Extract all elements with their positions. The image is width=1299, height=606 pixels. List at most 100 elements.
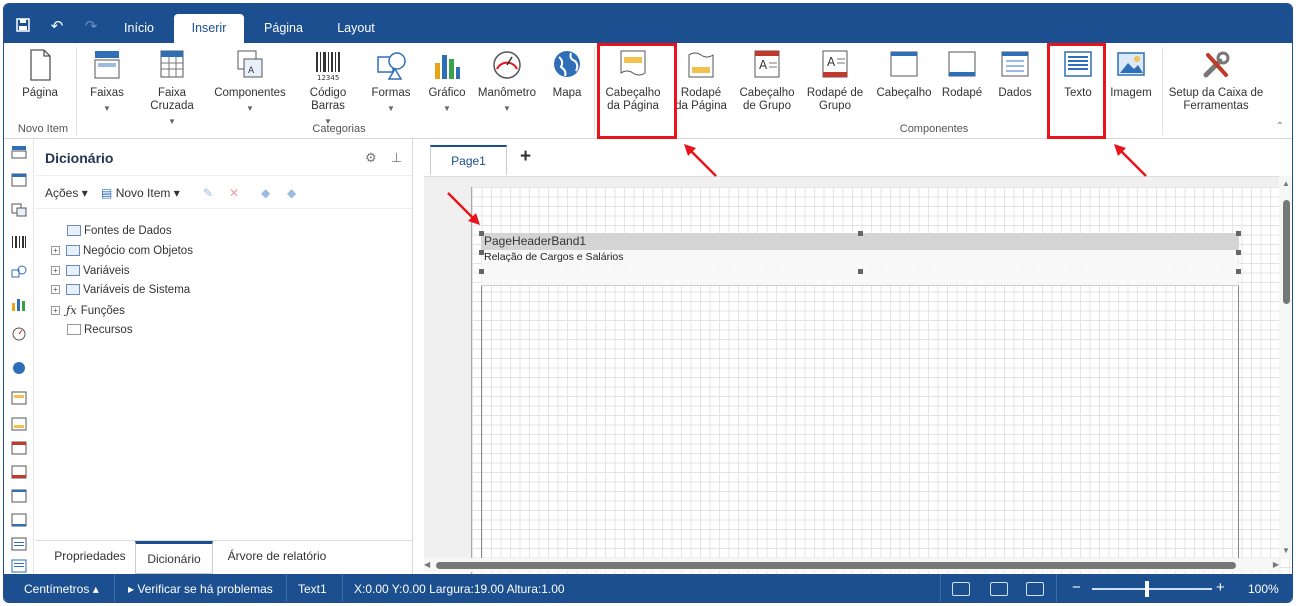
componentes-button[interactable]: A Componentes ▼ — [210, 47, 290, 115]
manometro-button[interactable]: Manômetro ▼ — [474, 47, 540, 115]
tree-item-negocio-com-objetos[interactable]: + Negócio com Objetos — [51, 243, 193, 259]
globe-tool-icon[interactable] — [11, 361, 27, 375]
tree-item-fontes-de-dados[interactable]: Fontes de Dados — [67, 223, 172, 239]
novo-item-menu[interactable]: ▤ Novo Item ▾ — [101, 186, 180, 200]
pin-icon[interactable]: ⊥ — [391, 150, 402, 166]
add-page-button[interactable]: + — [520, 146, 531, 168]
undo-icon[interactable]: ↶ — [46, 18, 68, 36]
formas-button[interactable]: Formas ▼ — [366, 47, 416, 115]
cabecalho-grupo-button[interactable]: A Cabeçalho de Grupo — [736, 47, 798, 113]
gauge-tool-icon[interactable] — [11, 327, 27, 341]
barcode-tool-icon[interactable] — [11, 235, 27, 249]
tab-inicio[interactable]: Início — [114, 14, 164, 43]
tab-inserir[interactable]: Inserir — [174, 14, 244, 43]
scroll-right-icon[interactable]: ▶ — [1273, 560, 1279, 569]
move-down-icon[interactable]: ◆ — [287, 186, 296, 200]
faixa-cruzada-button[interactable]: Faixa Cruzada ▼ — [144, 47, 200, 128]
resize-handle[interactable] — [479, 231, 484, 236]
mapa-button[interactable]: Mapa — [544, 47, 590, 100]
components-tool-icon[interactable] — [11, 203, 27, 217]
grafico-button[interactable]: Gráfico ▼ — [422, 47, 472, 115]
expand-icon[interactable]: + — [51, 285, 60, 295]
move-up-icon[interactable]: ◆ — [261, 186, 270, 200]
codigo-barras-button[interactable]: 12345 Código Barras ▼ — [300, 47, 356, 128]
globe-icon — [549, 47, 585, 83]
status-divider — [286, 574, 287, 602]
tab-pagina[interactable]: Página — [256, 14, 311, 43]
group-header-tool-icon[interactable] — [11, 441, 27, 455]
gear-icon[interactable]: ⚙ — [365, 150, 377, 166]
redo-icon[interactable]: ↷ — [80, 18, 102, 36]
resize-handle[interactable] — [479, 269, 484, 274]
cabecalho-button[interactable]: Cabeçalho — [872, 47, 936, 100]
fit-page-icon[interactable] — [990, 582, 1008, 596]
check-issues-button[interactable]: ▸ Verificar se há problemas — [128, 582, 273, 596]
data-tool-icon[interactable] — [11, 537, 27, 551]
zoom-slider-track[interactable] — [1092, 588, 1212, 590]
header-tool-icon[interactable] — [11, 489, 27, 503]
footer-tool-icon[interactable] — [11, 513, 27, 527]
imagem-button[interactable]: Imagem — [1106, 47, 1156, 100]
edit-icon[interactable]: ✎ — [203, 186, 213, 200]
highlight-texto — [1047, 43, 1106, 139]
shapes-tool-icon[interactable] — [11, 265, 27, 279]
page-header-tool-icon[interactable] — [11, 391, 27, 405]
horizontal-scroll-thumb[interactable] — [436, 562, 1236, 569]
text-tool-icon[interactable] — [11, 559, 27, 573]
expand-icon[interactable]: + — [51, 246, 60, 256]
group-footer-tool-icon[interactable] — [11, 465, 27, 479]
units-menu[interactable]: Centímetros ▴ — [24, 582, 99, 596]
resize-handle[interactable] — [858, 231, 863, 236]
rodape-button[interactable]: Rodapé — [938, 47, 986, 100]
ribbon-separator — [594, 47, 595, 135]
zoom-out-button[interactable]: − — [1072, 579, 1081, 596]
vertical-scroll-thumb[interactable] — [1283, 200, 1290, 304]
tree-item-recursos[interactable]: Recursos — [67, 322, 133, 338]
pagina-button[interactable]: Página — [12, 47, 68, 100]
bands-tool-icon[interactable] — [11, 145, 27, 159]
rodape-grupo-button[interactable]: A Rodapé de Grupo — [804, 47, 866, 113]
resize-handle[interactable] — [858, 269, 863, 274]
band-body[interactable]: Relação de Cargos e Salários — [481, 250, 1239, 286]
setup-toolbox-button[interactable]: Setup da Caixa de Ferramentas — [1166, 47, 1266, 113]
horizontal-scrollbar[interactable]: ◀ ▶ — [424, 558, 1279, 572]
tree-item-variaveis-de-sistema[interactable]: + Variáveis de Sistema — [51, 282, 190, 298]
tab-propriedades[interactable]: Propriedades — [43, 541, 137, 574]
expand-icon[interactable]: + — [51, 306, 60, 316]
rodape-pagina-button[interactable]: Rodapé da Página — [670, 47, 732, 113]
resize-handle[interactable] — [1236, 250, 1241, 255]
chart-icon — [429, 47, 465, 83]
acoes-menu[interactable]: Ações ▾ — [45, 186, 88, 200]
one-page-icon[interactable] — [1026, 582, 1044, 596]
delete-icon[interactable]: ✕ — [229, 186, 239, 200]
page-header-band[interactable]: PageHeaderBand1 Relação de Cargos e Salá… — [481, 233, 1239, 289]
resize-handle[interactable] — [1236, 269, 1241, 274]
status-bar: Centímetros ▴ ▸ Verificar se há problema… — [4, 574, 1292, 602]
chart-tool-icon[interactable] — [11, 297, 27, 311]
group-footer-icon: A — [817, 47, 853, 83]
panel-tabs: Propriedades Dicionário Árvore de relató… — [35, 540, 412, 574]
scroll-up-icon[interactable]: ▲ — [1282, 179, 1290, 188]
tab-arvore-de-relatorio[interactable]: Árvore de relatório — [219, 541, 335, 574]
cross-band-tool-icon[interactable] — [11, 173, 27, 187]
collapse-ribbon-icon[interactable]: ⌃ — [1276, 121, 1284, 132]
dados-button[interactable]: Dados — [992, 47, 1038, 100]
page-footer-tool-icon[interactable] — [11, 417, 27, 431]
zoom-slider-thumb[interactable] — [1145, 581, 1149, 597]
tree-item-funcoes[interactable]: + ƒx Funções — [51, 302, 125, 318]
resize-handle[interactable] — [1236, 231, 1241, 236]
scroll-down-icon[interactable]: ▼ — [1282, 546, 1290, 555]
fit-width-icon[interactable] — [952, 582, 970, 596]
expand-icon[interactable]: + — [51, 266, 60, 276]
save-icon[interactable] — [12, 18, 34, 36]
tree-item-variaveis[interactable]: + Variáveis — [51, 263, 129, 279]
scroll-left-icon[interactable]: ◀ — [424, 560, 430, 569]
resize-handle[interactable] — [479, 250, 484, 255]
text-component[interactable]: Relação de Cargos e Salários — [484, 251, 624, 263]
faixas-button[interactable]: Faixas ▼ — [82, 47, 132, 115]
tab-layout[interactable]: Layout — [331, 14, 381, 43]
vertical-scrollbar[interactable]: ▲ ▼ — [1279, 176, 1292, 558]
zoom-in-button[interactable]: + — [1216, 579, 1225, 596]
page-tab-page1[interactable]: Page1 — [430, 145, 507, 175]
tab-dicionario[interactable]: Dicionário — [135, 541, 213, 574]
